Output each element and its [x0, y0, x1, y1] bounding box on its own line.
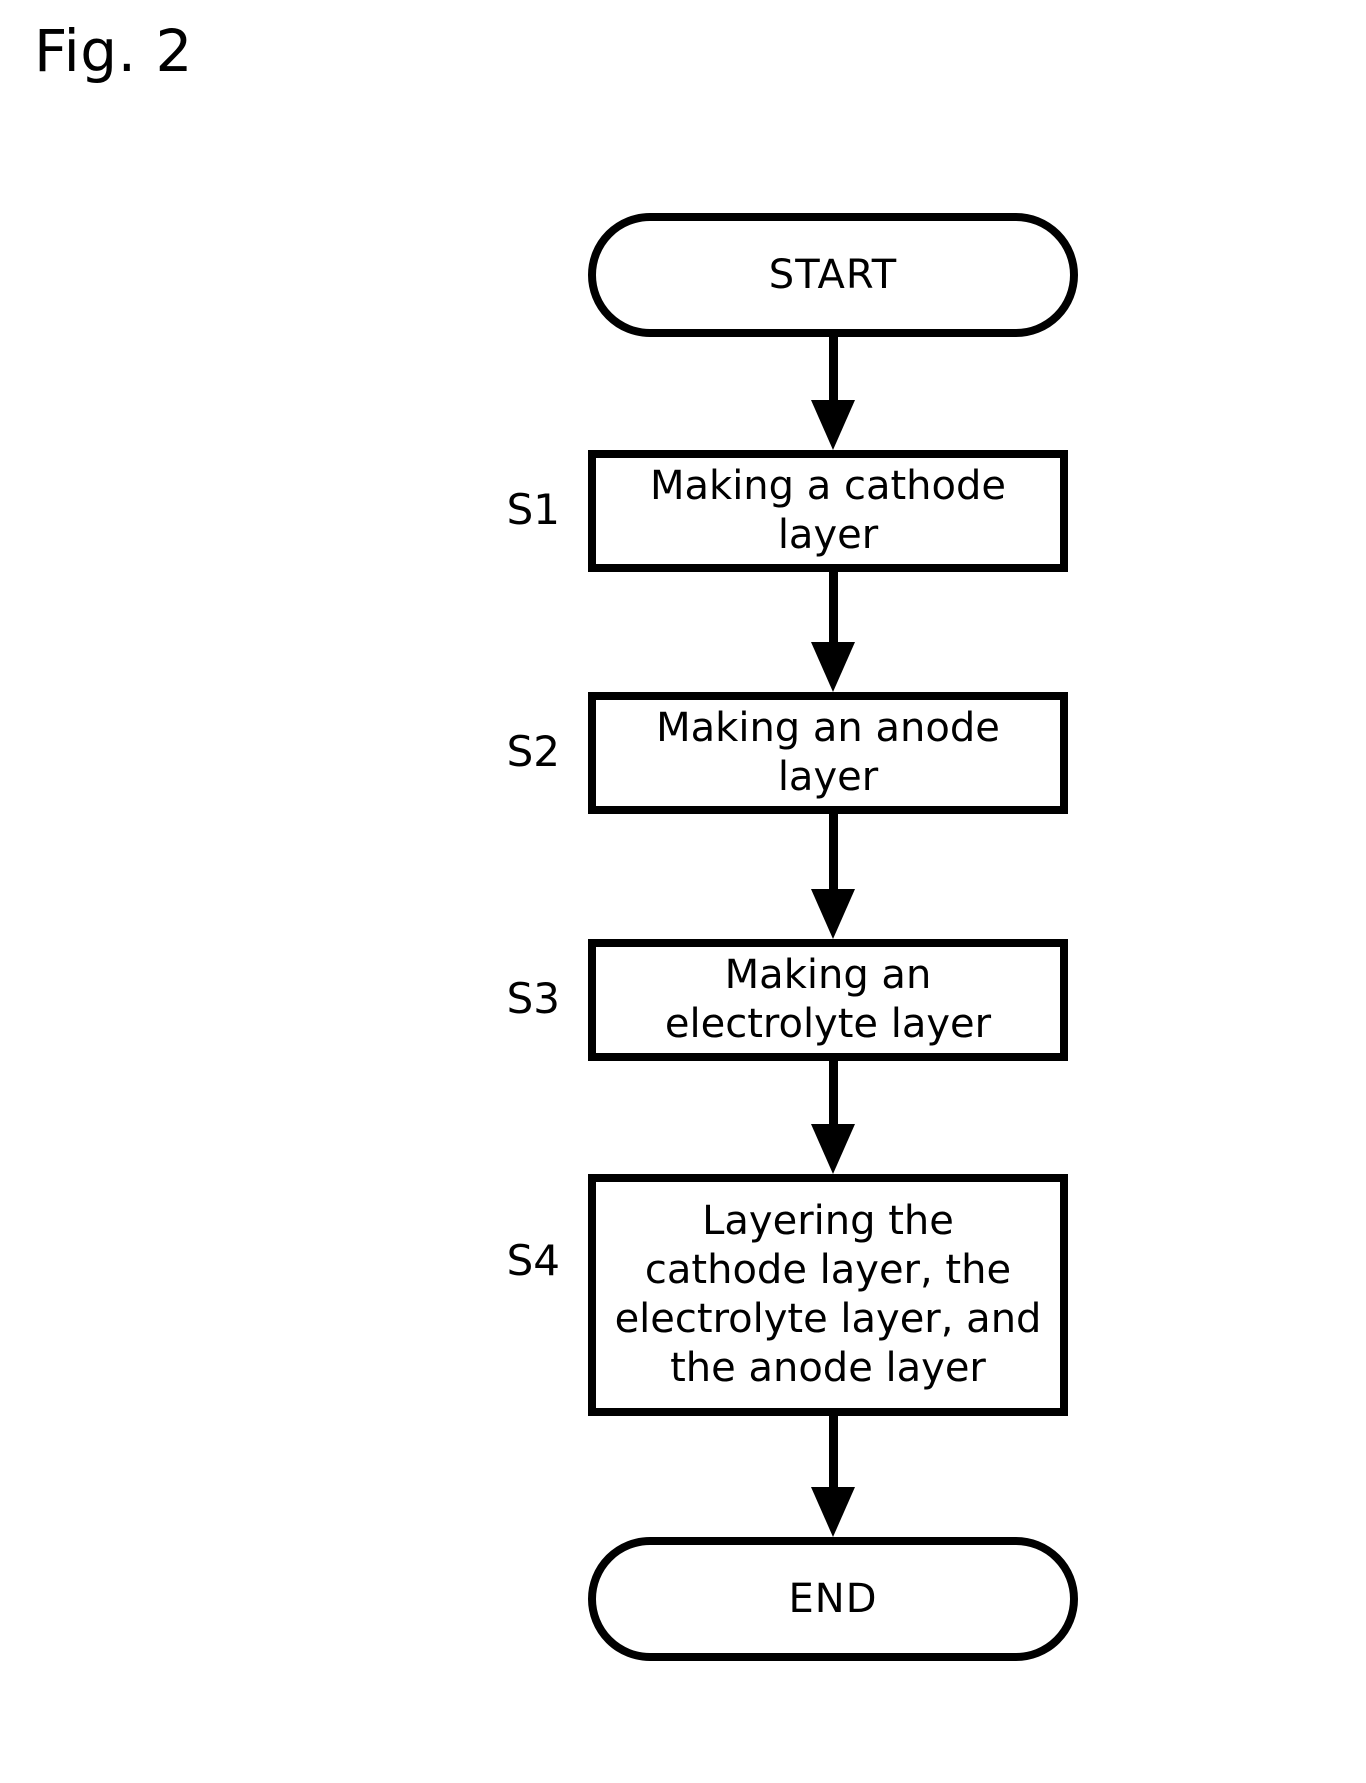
flow-arrow-s3-to-s4: [811, 1061, 855, 1174]
step-label-s4: S4: [506, 1236, 560, 1285]
flow-node-end[interactable]: END: [588, 1537, 1078, 1661]
flow-node-start[interactable]: START: [588, 213, 1078, 337]
flow-node-start-label: START: [768, 251, 898, 298]
flow-node-end-label: END: [788, 1575, 878, 1622]
flow-node-s3-label: Making an electrolyte layer: [664, 952, 992, 1047]
arrow-head-icon: [811, 889, 855, 939]
arrow-shaft: [828, 337, 838, 400]
arrow-head-icon: [811, 1124, 855, 1174]
flow-node-s1-label: Making a cathode layer: [650, 463, 1006, 558]
arrow-head-icon: [811, 642, 855, 692]
flow-arrow-s2-to-s3: [811, 814, 855, 939]
arrow-shaft: [828, 1416, 838, 1487]
flowchart-diagram: START S1 Making a cathode layer S2 Makin…: [0, 0, 1366, 1783]
arrow-head-icon: [811, 400, 855, 450]
flow-node-s4[interactable]: Layering the cathode layer, the electrol…: [588, 1174, 1068, 1416]
flow-node-s2-label: Making an anode layer: [656, 705, 1000, 800]
flow-arrow-s4-to-end: [811, 1416, 855, 1537]
arrow-shaft: [828, 1061, 838, 1124]
flow-node-s4-label: Layering the cathode layer, the electrol…: [614, 1198, 1042, 1391]
step-label-s1: S1: [506, 485, 560, 534]
flow-node-s2[interactable]: Making an anode layer: [588, 692, 1068, 814]
flow-arrow-s1-to-s2: [811, 572, 855, 692]
arrow-head-icon: [811, 1487, 855, 1537]
arrow-shaft: [828, 572, 838, 642]
flow-node-s3[interactable]: Making an electrolyte layer: [588, 939, 1068, 1061]
step-label-s3: S3: [506, 974, 560, 1023]
step-label-s2: S2: [506, 727, 560, 776]
flow-arrow-start-to-s1: [811, 337, 855, 450]
arrow-shaft: [828, 814, 838, 889]
flow-node-s1[interactable]: Making a cathode layer: [588, 450, 1068, 572]
